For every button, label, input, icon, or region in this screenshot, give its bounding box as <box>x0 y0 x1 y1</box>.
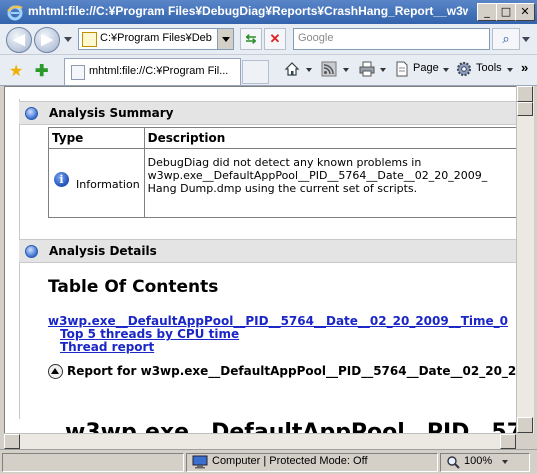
horizontal-scrollbar[interactable] <box>4 433 516 449</box>
back-button[interactable]: ◀ <box>6 27 32 53</box>
scroll-down-button[interactable] <box>517 417 533 433</box>
description-line: Hang Dump.dmp using the current set of s… <box>147 182 418 195</box>
zoom-icon <box>447 456 460 469</box>
maximize-button[interactable]: □ <box>496 3 516 21</box>
page-menu-icon[interactable] <box>394 61 410 77</box>
refresh-button[interactable]: ⇆ <box>240 28 262 50</box>
address-value: C:¥Program Files¥Debu <box>100 32 212 44</box>
section-bullet-icon <box>25 107 38 120</box>
home-dropdown[interactable] <box>306 68 312 72</box>
forward-button[interactable]: ▶ <box>34 27 60 53</box>
page-icon <box>82 32 97 47</box>
close-button[interactable]: ✕ <box>515 3 535 21</box>
page-content: Analysis Summary Type Description i Info… <box>4 86 518 435</box>
recent-pages-dropdown[interactable] <box>64 37 72 42</box>
add-favorite-icon[interactable]: ✚ <box>35 61 48 81</box>
back-to-top-icon[interactable] <box>48 364 63 379</box>
analysis-summary-table: Type Description i Information DebugDiag… <box>48 127 517 218</box>
internet-explorer-icon <box>7 5 23 21</box>
stop-button[interactable]: ✕ <box>264 28 286 50</box>
vertical-scroll-thumb[interactable] <box>517 102 533 116</box>
tools-menu-dropdown[interactable] <box>507 68 513 72</box>
description-line: DebugDiag did not detect any known probl… <box>147 156 422 169</box>
section-bullet-icon <box>25 245 38 258</box>
zoom-level[interactable]: 100% <box>464 455 492 467</box>
print-dropdown[interactable] <box>380 68 386 72</box>
print-icon[interactable] <box>359 61 375 77</box>
computer-icon <box>192 455 208 469</box>
vertical-scrollbar[interactable] <box>516 86 534 433</box>
forward-arrow-icon: ▶ <box>41 31 53 48</box>
toc-link-top-threads[interactable]: Top 5 threads by CPU time <box>60 327 239 341</box>
status-bar: Computer | Protected Mode: Off 100% <box>0 449 537 474</box>
tab-label: mhtml:file://C:¥Program Fil... <box>89 65 229 77</box>
description-cell: DebugDiag did not detect any known probl… <box>143 148 517 218</box>
analysis-details-header: Analysis Details <box>19 239 517 263</box>
new-tab-button[interactable] <box>242 60 269 84</box>
tab-toolbar: ★ ✚ mhtml:file://C:¥Program Fil... Page … <box>0 55 537 86</box>
address-input[interactable]: C:¥Program Files¥Debu <box>78 28 234 50</box>
type-cell: i Information <box>48 148 145 218</box>
feeds-dropdown[interactable] <box>343 68 349 72</box>
page-menu-dropdown[interactable] <box>443 68 449 72</box>
status-cell-progress <box>2 453 184 472</box>
search-button[interactable]: ⌕ <box>492 28 520 50</box>
feeds-icon[interactable] <box>321 61 337 77</box>
search-placeholder: Google <box>298 32 334 44</box>
tab-current[interactable]: mhtml:file://C:¥Program Fil... <box>64 58 241 85</box>
minimize-button[interactable]: _ <box>477 3 497 21</box>
analysis-details-title: Analysis Details <box>49 244 157 258</box>
scroll-left-button[interactable] <box>4 434 20 449</box>
address-dropdown-button[interactable] <box>217 29 233 49</box>
scrollbar-corner <box>516 433 533 449</box>
analysis-summary-header: Analysis Summary <box>19 101 517 125</box>
column-header-description: Description <box>143 127 517 149</box>
scroll-right-button[interactable] <box>500 434 516 449</box>
toc-title: Table Of Contents <box>48 277 219 297</box>
analysis-summary-title: Analysis Summary <box>49 106 174 120</box>
scroll-up-button[interactable] <box>517 86 533 102</box>
home-icon[interactable] <box>284 61 300 77</box>
tools-menu-label[interactable]: Tools <box>476 62 502 74</box>
security-zone-text: Computer | Protected Mode: Off <box>212 455 368 467</box>
table-row: i Information DebugDiag did not detect a… <box>48 148 517 218</box>
favorites-star-icon[interactable]: ★ <box>9 61 23 81</box>
report-for-line: Report for w3wp.exe__DefaultAppPool__PID… <box>48 364 516 379</box>
column-header-type: Type <box>48 127 145 149</box>
toc-link-thread-report[interactable]: Thread report <box>60 340 154 354</box>
back-arrow-icon: ◀ <box>13 31 25 48</box>
search-input[interactable]: Google <box>293 28 490 50</box>
search-options-dropdown[interactable] <box>522 37 530 42</box>
gear-icon[interactable] <box>456 61 472 77</box>
information-icon: i <box>54 172 69 187</box>
description-line: w3wp.exe__DefaultAppPool__PID__5764__Dat… <box>147 169 488 182</box>
report-for-text: Report for w3wp.exe__DefaultAppPool__PID… <box>67 364 517 378</box>
toc-main-link[interactable]: w3wp.exe__DefaultAppPool__PID__5764__Dat… <box>48 314 516 328</box>
address-toolbar: ◀ ▶ C:¥Program Files¥Debu ⇆ ✕ Google ⌕ <box>0 24 537 55</box>
type-value: Information <box>76 178 140 191</box>
tab-page-icon <box>71 65 85 80</box>
title-bar: mhtml:file://C:¥Program Files¥DebugDiag¥… <box>0 0 537 24</box>
page-menu-label[interactable]: Page <box>413 62 439 74</box>
search-icon: ⌕ <box>502 31 510 46</box>
window-title: mhtml:file://C:¥Program Files¥DebugDiag¥… <box>28 4 468 18</box>
zoom-dropdown[interactable] <box>502 460 508 464</box>
toolbar-overflow-chevron-icon[interactable]: » <box>521 60 528 75</box>
